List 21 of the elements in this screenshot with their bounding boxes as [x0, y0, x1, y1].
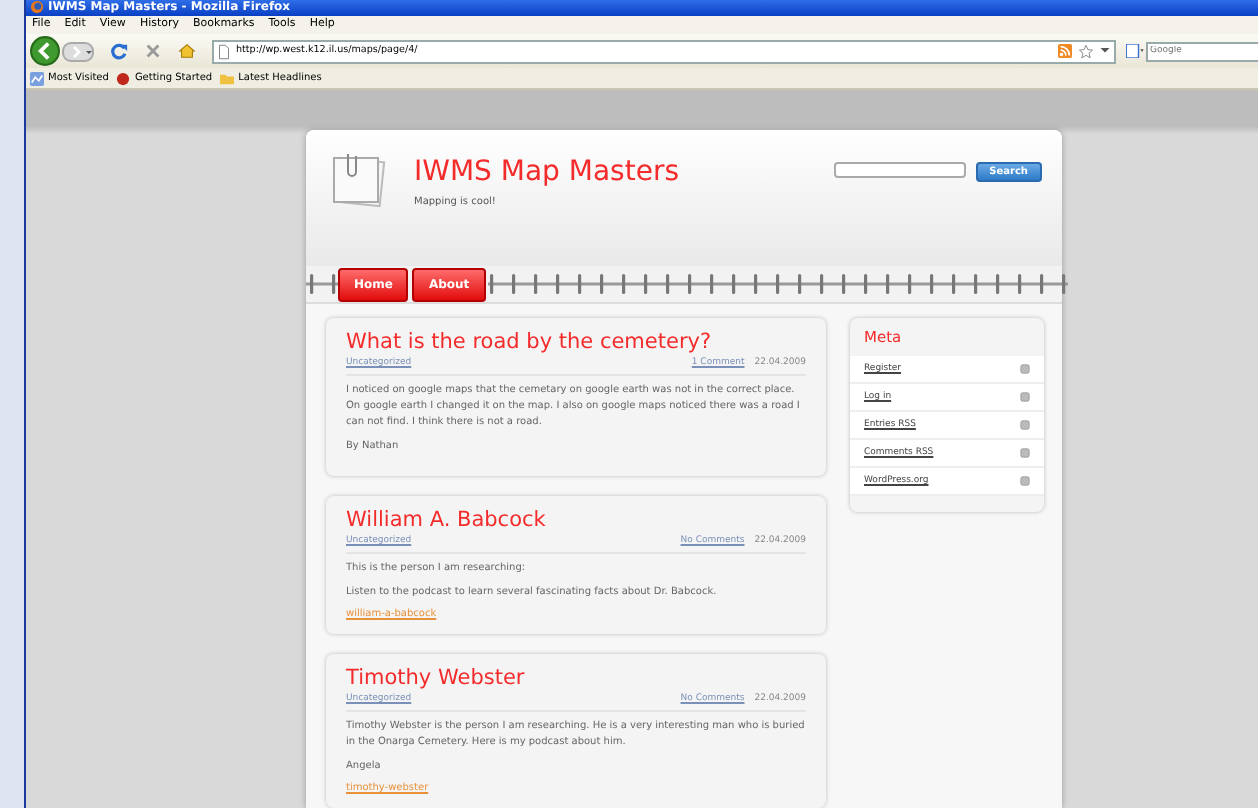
chart-icon — [30, 71, 44, 86]
stop-icon[interactable] — [144, 42, 162, 61]
back-icon[interactable] — [30, 36, 60, 67]
bullet-icon — [1020, 448, 1030, 458]
rss-icon[interactable] — [1058, 44, 1072, 59]
site-title[interactable]: IWMS Map Masters — [414, 156, 834, 188]
bullet-icon — [1020, 476, 1030, 486]
post-title[interactable]: What is the road by the cemetery? — [346, 330, 806, 354]
page-icon — [218, 43, 230, 60]
post-title[interactable]: Timothy Webster — [346, 666, 806, 690]
star-icon[interactable] — [1078, 43, 1094, 60]
search-field[interactable] — [833, 162, 966, 178]
dropdown-icon[interactable] — [1100, 48, 1110, 55]
bullet-icon — [1020, 364, 1030, 374]
circle-icon — [116, 71, 131, 86]
bullet-icon — [1020, 420, 1030, 430]
post-title[interactable]: William A. Babcock — [346, 508, 806, 532]
bullet-icon — [1020, 392, 1030, 402]
home-icon[interactable] — [178, 42, 196, 61]
reload-icon[interactable] — [110, 42, 128, 61]
spiral-binding-drawing — [306, 272, 338, 296]
